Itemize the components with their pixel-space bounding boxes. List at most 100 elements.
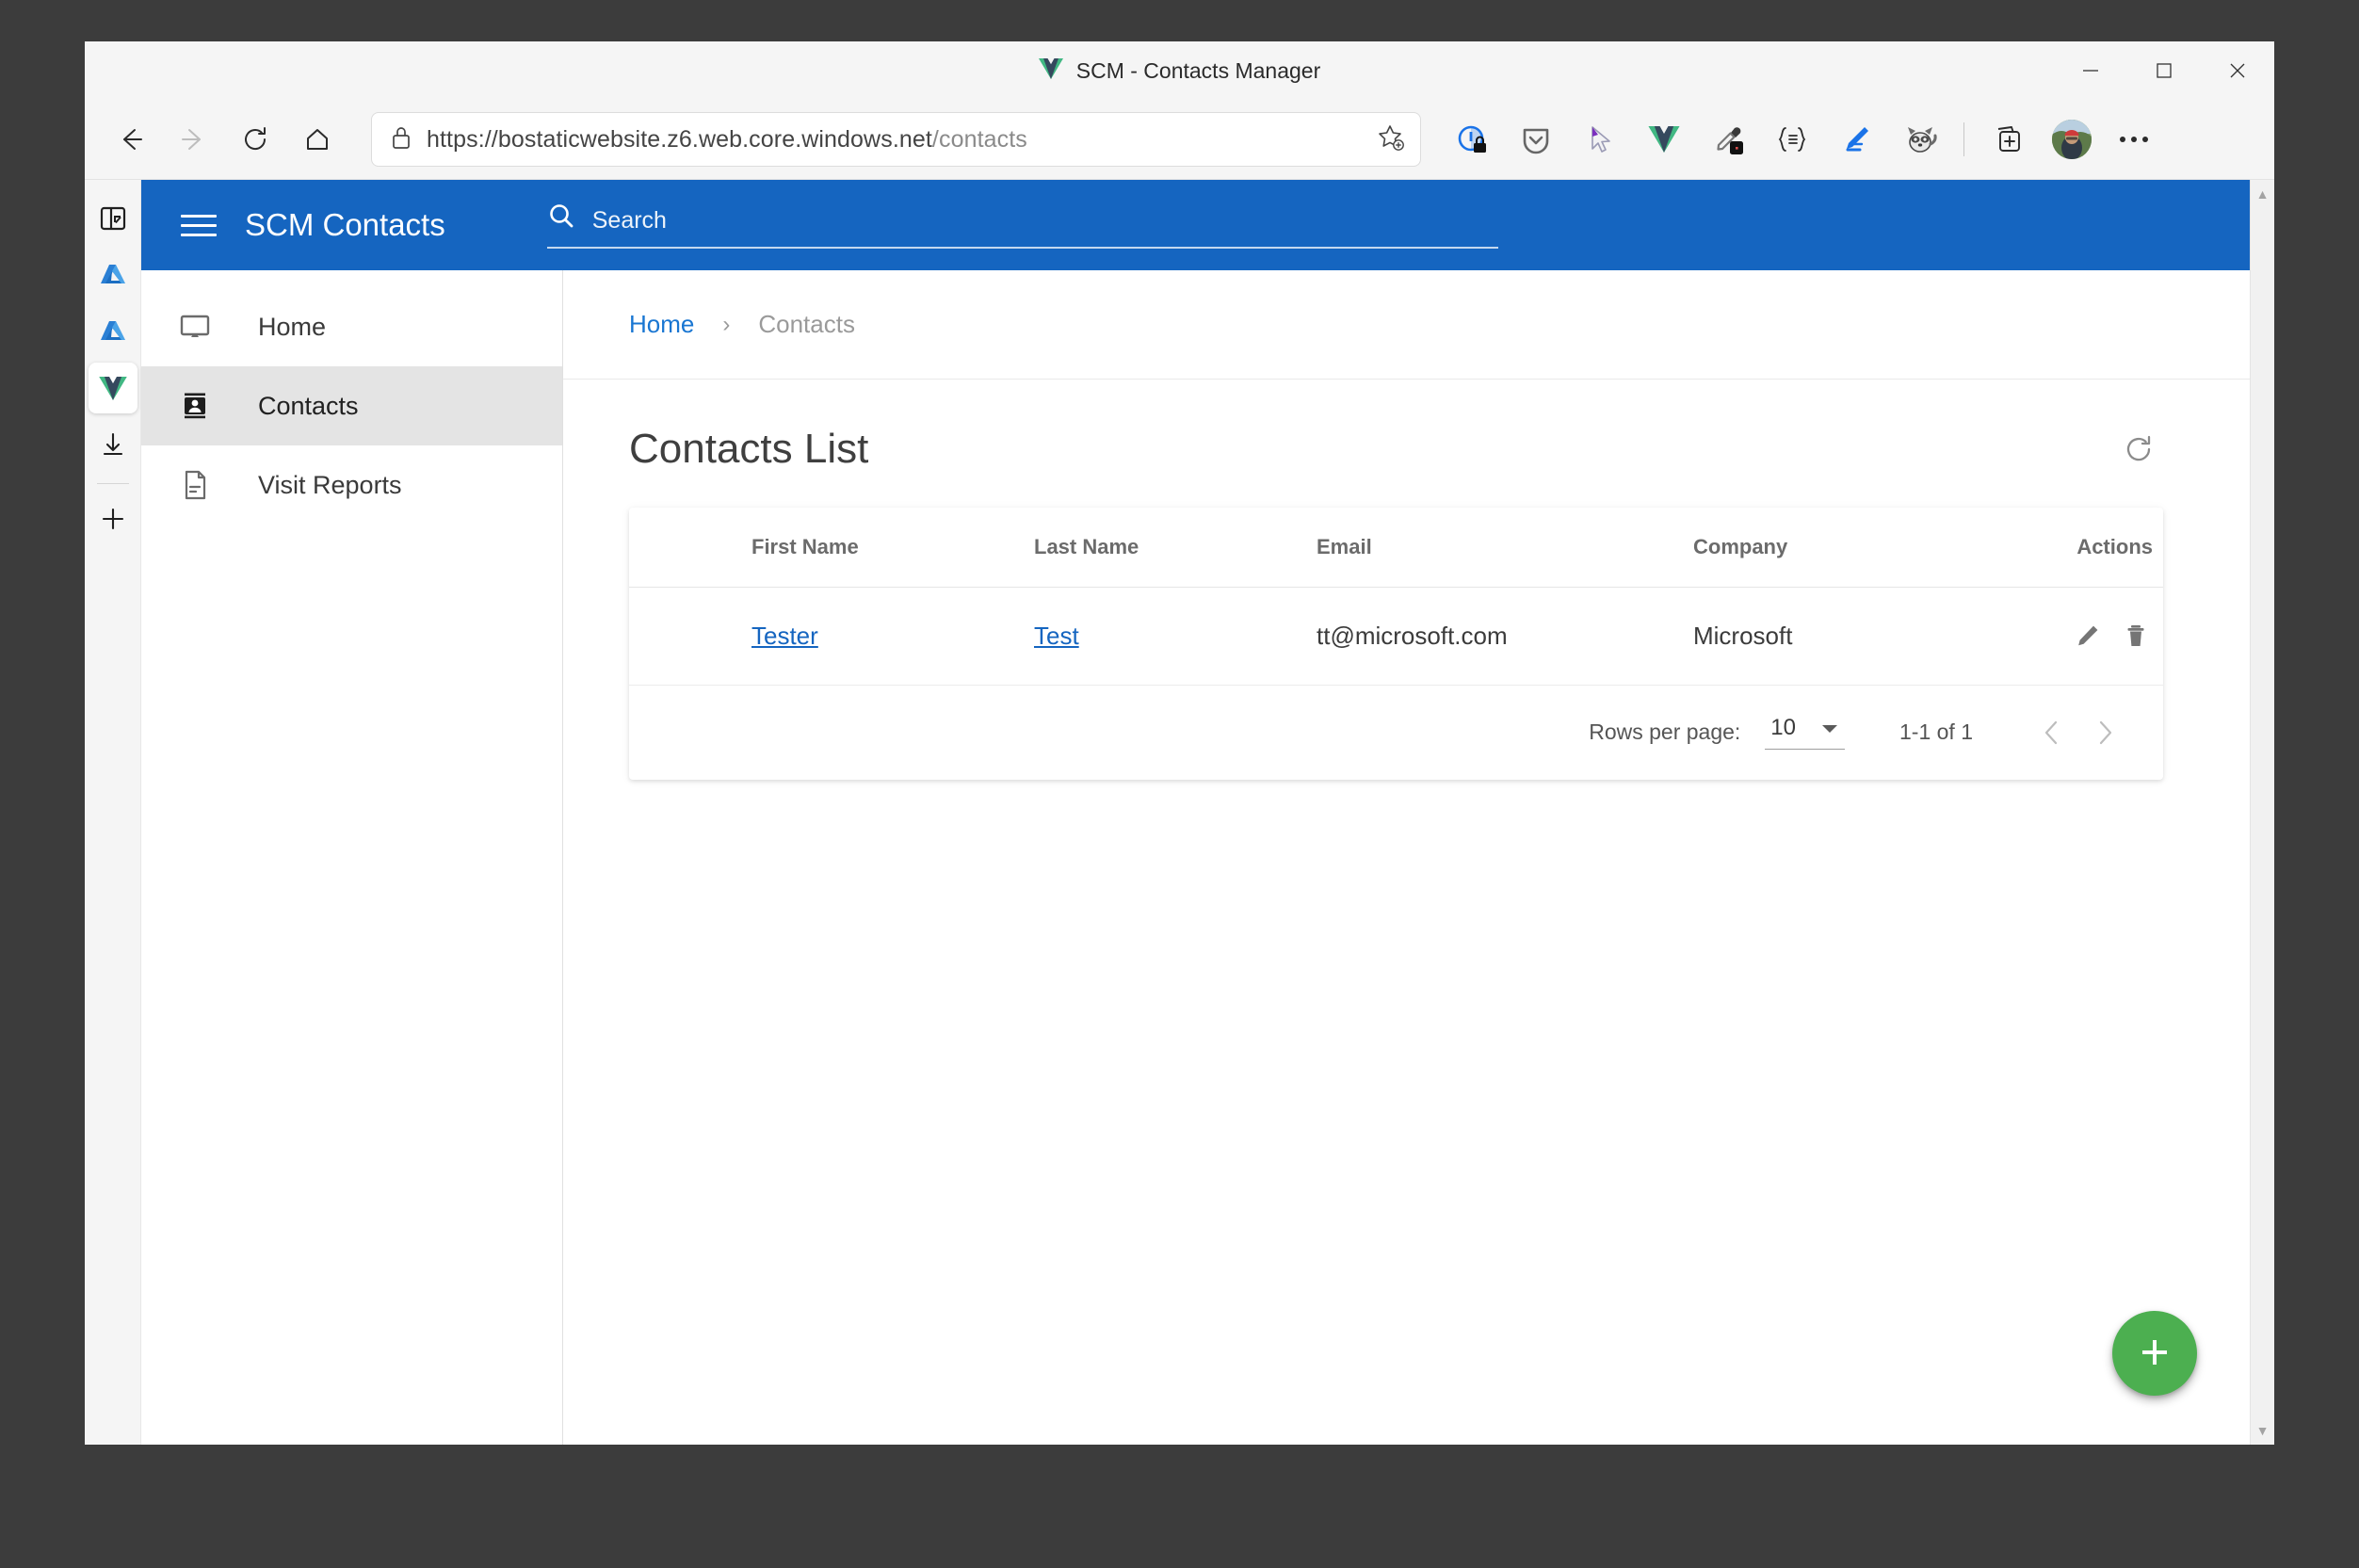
browser-vertical-sidebar [85, 180, 141, 1445]
column-header-actions: Actions [2032, 508, 2163, 588]
sidebar-item-home-label: Home [258, 312, 327, 341]
edit-pencil-icon[interactable] [2067, 615, 2109, 656]
close-icon[interactable] [2201, 41, 2274, 100]
refresh-icon[interactable] [2114, 425, 2163, 474]
forward-arrow-icon[interactable] [164, 110, 222, 169]
cell-first-name: Tester [751, 587, 1034, 686]
search-field[interactable] [546, 202, 1498, 249]
sidebar-item-home[interactable]: Home [141, 287, 562, 366]
privacy-badger-icon[interactable] [1440, 110, 1504, 169]
editor-pen-icon[interactable] [1824, 110, 1888, 169]
lock-icon [391, 125, 412, 154]
sidebar-item-contacts-label: Contacts [258, 391, 359, 420]
search-input[interactable] [591, 207, 1498, 234]
cell-email: tt@microsoft.com [1317, 587, 1693, 686]
column-header-first-name[interactable]: First Name [751, 508, 1034, 588]
url-text[interactable]: https://bostaticwebsite.z6.web.core.wind… [427, 126, 1362, 154]
contacts-table-card: First Name Last Name Email Company Actio… [629, 508, 2163, 780]
contact-first-name-link[interactable]: Tester [751, 622, 818, 650]
chevron-left-icon[interactable] [2026, 706, 2078, 759]
toolbar-divider [1963, 122, 1964, 156]
profile-avatar-image [2052, 120, 2092, 159]
rows-per-page-label: Rows per page: [1589, 719, 1741, 744]
table-body: Tester Test tt@microsoft.com Microsoft [629, 587, 2163, 686]
monitor-icon [177, 311, 213, 343]
main-content: Home › Contacts Contacts List First Name… [563, 270, 2250, 1445]
scrollbar-track[interactable] [2251, 201, 2274, 1424]
window-controls [2054, 41, 2274, 100]
page-viewport: SCM Contacts Search Home Contacts Visit … [141, 180, 2250, 1445]
url-host: https://bostaticwebsite.z6.web.core.wind… [427, 125, 932, 153]
chevron-right-icon[interactable] [2078, 706, 2131, 759]
contacts-table: First Name Last Name Email Company Actio… [629, 508, 2163, 686]
contact-last-name-link[interactable]: Test [1034, 622, 1079, 650]
vue-app-icon[interactable] [88, 363, 137, 413]
scroll-up-arrow-icon[interactable]: ▲ [2256, 187, 2270, 201]
chevron-down-icon [1820, 716, 1839, 741]
cell-company: Microsoft [1693, 587, 2032, 686]
column-header-last-name[interactable]: Last Name [1034, 508, 1317, 588]
sidebar-item-contacts[interactable]: Contacts [141, 366, 562, 445]
extension-icons [1440, 110, 2164, 169]
page-title: Contacts List [629, 426, 869, 472]
delete-trash-icon[interactable] [2115, 615, 2157, 656]
page-header: Contacts List [563, 380, 2250, 508]
json-formatter-icon[interactable] [1760, 110, 1824, 169]
active-tab[interactable]: SCM - Contacts Manager [85, 57, 2274, 84]
pagination-range: 1-1 of 1 [1899, 719, 1973, 744]
table-header-row: First Name Last Name Email Company Actio… [629, 508, 2163, 588]
pocket-shield-icon[interactable] [1504, 110, 1568, 169]
browser-window: SCM - Contacts Manager https://bostaticw… [85, 41, 2274, 1445]
vue-logo-icon [1038, 57, 1063, 84]
add-contact-fab[interactable] [2112, 1311, 2197, 1396]
contact-card-icon [177, 390, 213, 422]
app-body: Home Contacts Visit Reports Home › Conta… [141, 270, 2250, 1445]
azure-icon-2[interactable] [89, 306, 137, 357]
browser-title-bar: SCM - Contacts Manager [85, 41, 2274, 100]
search-icon [547, 202, 575, 234]
add-to-collections-icon[interactable] [1976, 110, 2040, 169]
sidebar-divider [96, 483, 129, 484]
url-path: /contacts [931, 125, 1027, 153]
breadcrumb-separator-icon: › [722, 311, 731, 337]
rows-per-page-value: 10 [1770, 715, 1796, 740]
home-icon[interactable] [288, 110, 347, 169]
rows-per-page-select[interactable]: 10 [1765, 715, 1845, 750]
downloads-icon[interactable] [89, 419, 137, 470]
table-pagination-footer: Rows per page: 10 1-1 of 1 [629, 686, 2163, 780]
column-header-email[interactable]: Email [1317, 508, 1693, 588]
app-navigation-drawer: Home Contacts Visit Reports [141, 270, 563, 1445]
app-title: SCM Contacts [245, 207, 445, 242]
profile-avatar[interactable] [2040, 110, 2104, 169]
more-options-icon[interactable] [2104, 110, 2164, 169]
table-head: First Name Last Name Email Company Actio… [629, 508, 2163, 588]
vue-devtools-icon[interactable] [1632, 110, 1696, 169]
minimize-icon[interactable] [2054, 41, 2127, 100]
breadcrumb: Home › Contacts [563, 270, 2250, 380]
color-picker-eyedropper-icon[interactable] [1696, 110, 1760, 169]
add-favorite-star-icon[interactable] [1377, 123, 1405, 156]
reload-icon[interactable] [226, 110, 284, 169]
maximize-icon[interactable] [2127, 41, 2201, 100]
cell-last-name: Test [1034, 587, 1317, 686]
column-header-avatar [629, 508, 751, 588]
azure-icon-1[interactable] [89, 250, 137, 300]
column-header-company[interactable]: Company [1693, 508, 2032, 588]
browser-content-area: SCM Contacts Search Home Contacts Visit … [85, 179, 2274, 1445]
breadcrumb-home[interactable]: Home [629, 310, 694, 339]
cell-actions [2032, 587, 2163, 686]
document-icon [177, 469, 213, 501]
raccoon-extension-icon[interactable] [1888, 110, 1952, 169]
sidebar-item-visit-reports[interactable]: Visit Reports [141, 445, 562, 525]
page-scrollbar[interactable]: ▲ ▼ [2250, 180, 2274, 1445]
add-sidebar-app-icon[interactable] [89, 493, 137, 544]
address-bar[interactable]: https://bostaticwebsite.z6.web.core.wind… [371, 112, 1421, 167]
scroll-down-arrow-icon[interactable]: ▼ [2256, 1424, 2270, 1437]
table-row[interactable]: Tester Test tt@microsoft.com Microsoft [629, 587, 2163, 686]
cell-avatar [629, 587, 751, 686]
hamburger-menu-icon[interactable] [181, 205, 220, 245]
back-arrow-icon[interactable] [102, 110, 160, 169]
split-screen-icon[interactable] [89, 193, 137, 244]
cursor-pointer-icon[interactable] [1568, 110, 1632, 169]
breadcrumb-current: Contacts [758, 310, 855, 338]
